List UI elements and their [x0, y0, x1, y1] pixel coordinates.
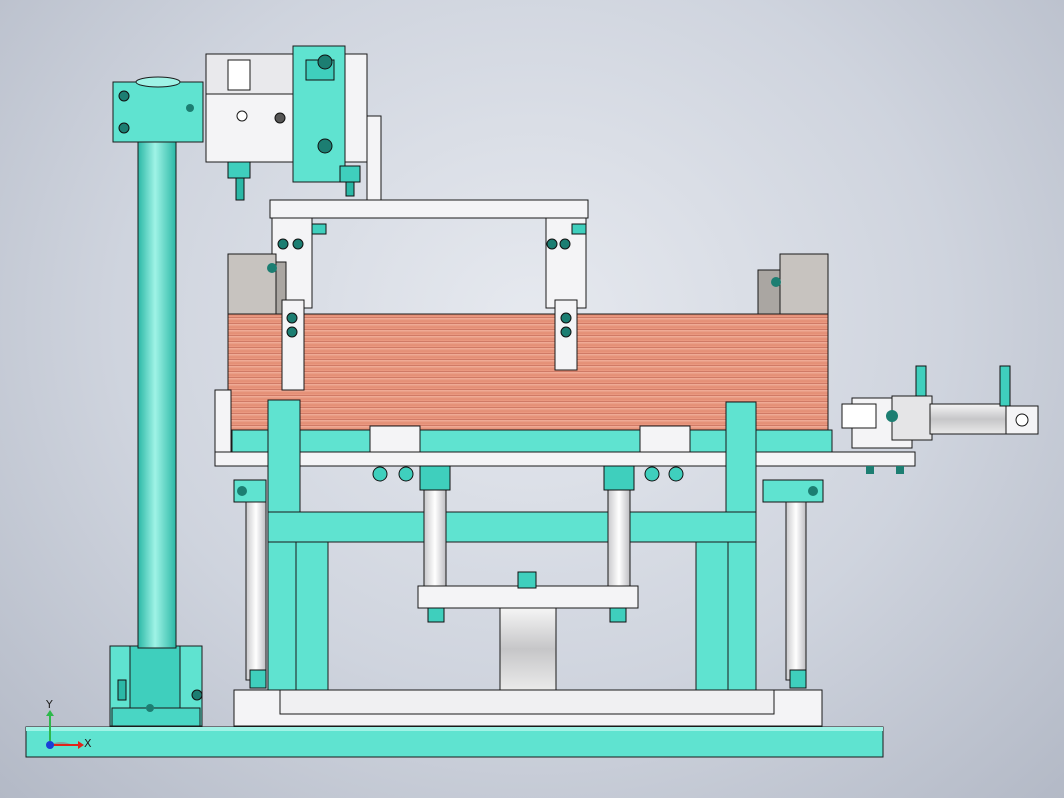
upper-crossbar — [269, 199, 589, 309]
lower-support-bar — [233, 689, 823, 727]
axis-y-label: Y — [46, 698, 53, 711]
cad-assembly-drawing — [25, 45, 1039, 758]
top-gripper-head — [205, 45, 382, 201]
base-plate — [25, 726, 884, 758]
axis-x-label: X — [84, 737, 92, 750]
lower-press-plate — [417, 571, 639, 691]
cad-viewport[interactable]: X Y — [0, 0, 1064, 798]
left-column-post — [109, 76, 204, 727]
